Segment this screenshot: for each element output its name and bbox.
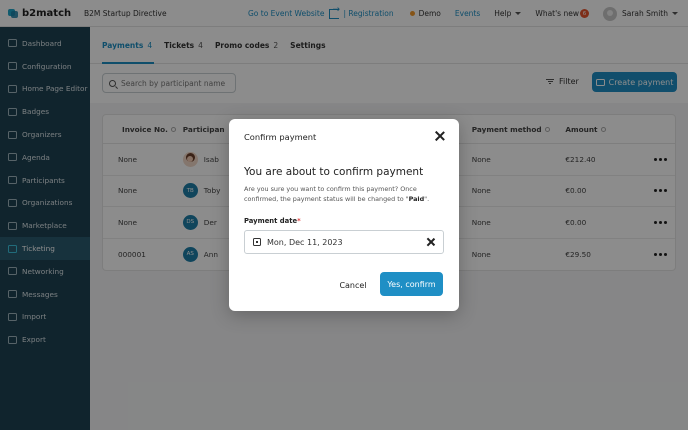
close-icon[interactable] bbox=[435, 131, 445, 141]
payment-date-field[interactable]: Mon, Dec 11, 2023 bbox=[244, 230, 444, 254]
yes-confirm-button[interactable]: Yes, confirm bbox=[380, 272, 443, 296]
clear-icon[interactable] bbox=[427, 238, 435, 246]
confirm-payment-dialog: Confirm payment You are about to confirm… bbox=[229, 119, 459, 311]
calendar-icon bbox=[253, 238, 261, 246]
required-marker: * bbox=[297, 217, 301, 225]
cancel-button[interactable]: Cancel bbox=[329, 274, 377, 296]
payment-date-label: Payment date* bbox=[244, 217, 301, 225]
payment-date-value: Mon, Dec 11, 2023 bbox=[267, 237, 343, 247]
description-text-end: ". bbox=[424, 195, 430, 203]
label-text: Payment date bbox=[244, 217, 298, 225]
status-text: Paid bbox=[408, 195, 425, 203]
dialog-title: Confirm payment bbox=[244, 132, 317, 142]
dialog-heading: You are about to confirm payment bbox=[244, 166, 424, 178]
dialog-description: Are you sure you want to confirm this pa… bbox=[244, 184, 439, 204]
description-text: Are you sure you want to confirm this pa… bbox=[244, 185, 417, 203]
